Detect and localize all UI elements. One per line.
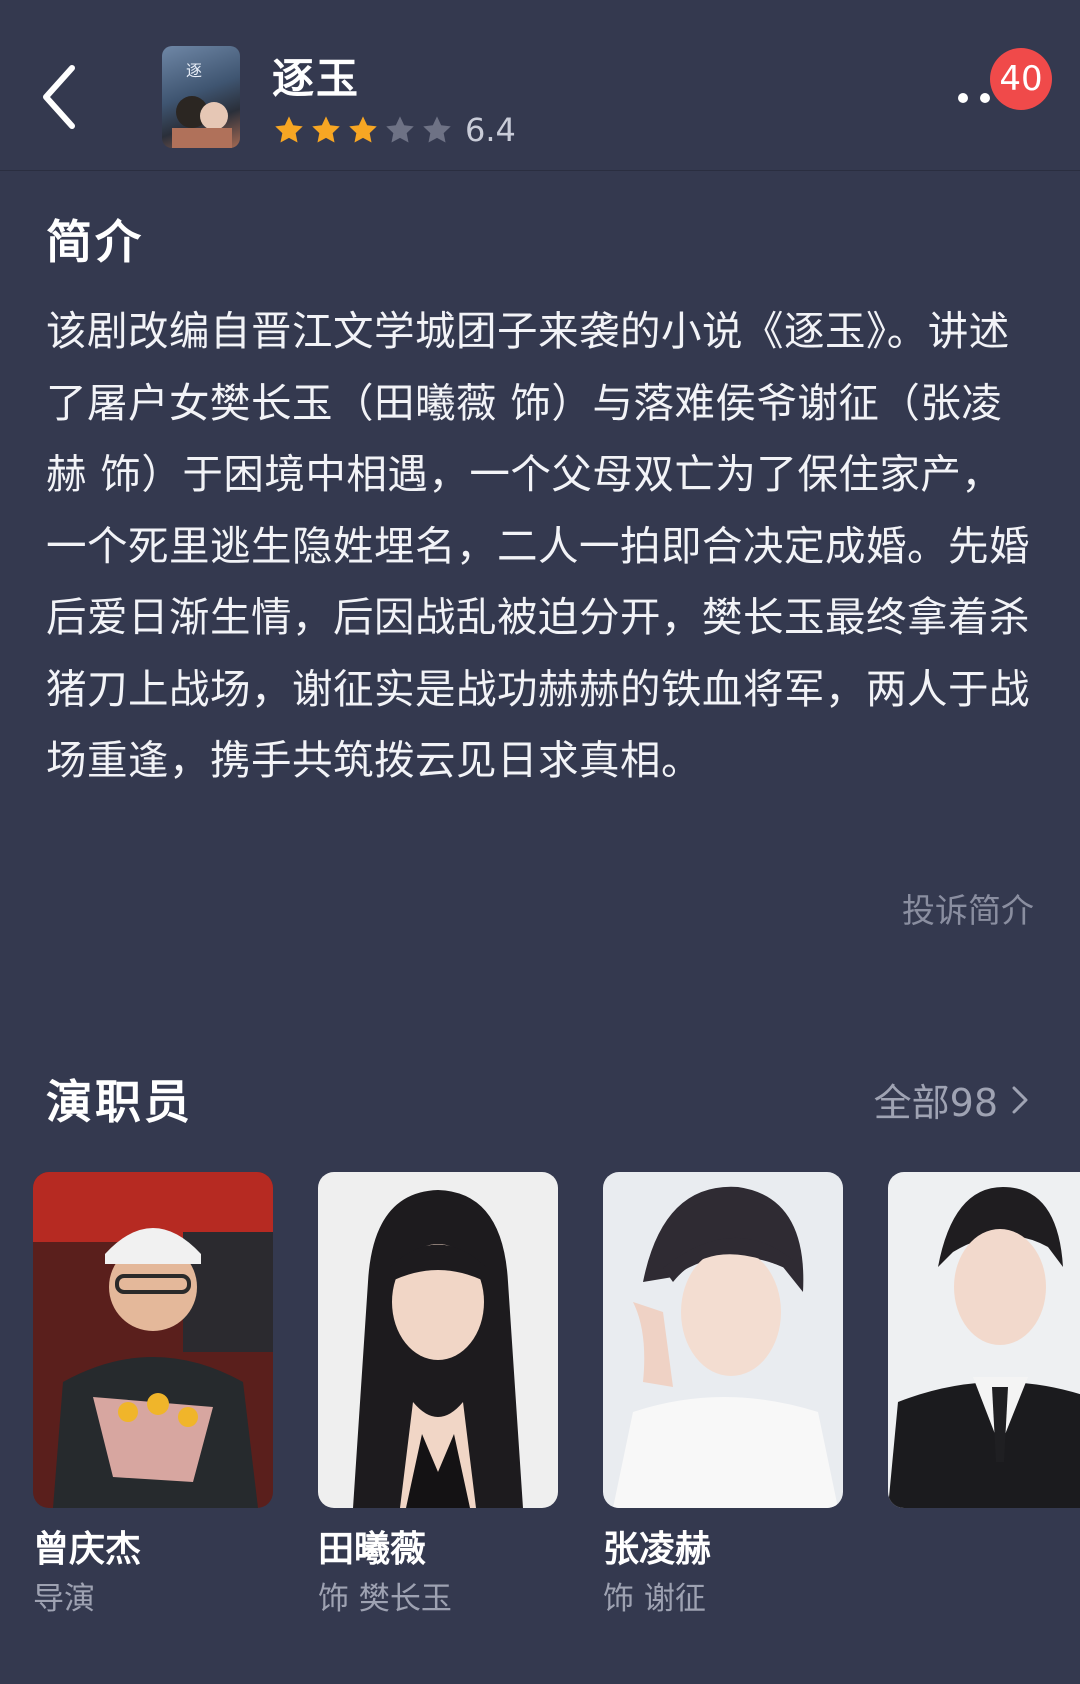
cast-role: 饰 樊长玉 xyxy=(318,1581,452,1617)
cast-role: 导演 xyxy=(33,1581,95,1617)
cast-card[interactable]: 张凌赫 饰 谢征 xyxy=(603,1172,843,1624)
star-filled-icon xyxy=(312,116,340,143)
intro-heading: 简介 xyxy=(46,215,144,269)
star-filled-icon xyxy=(275,116,303,143)
intro-text: 该剧改编自晋江文学城团子来袭的小说《逐玉》。讲述了屠户女樊长玉（田曦薇 饰）与落… xyxy=(46,307,1030,784)
drama-poster-thumbnail[interactable]: 逐 xyxy=(162,46,240,148)
cast-card[interactable]: 田曦薇 饰 樊长玉 xyxy=(318,1172,558,1624)
rating-score: 6.4 xyxy=(465,111,516,149)
star-empty-icon xyxy=(386,116,414,143)
cast-name: 田曦薇 xyxy=(318,1529,427,1570)
notification-badge[interactable]: 40 xyxy=(990,48,1052,110)
back-arrow-icon[interactable] xyxy=(38,62,82,132)
more-options-icon[interactable] xyxy=(955,88,995,108)
chevron-right-icon xyxy=(1012,1086,1028,1113)
cast-photo xyxy=(318,1172,558,1508)
cast-photo xyxy=(33,1172,273,1508)
drama-title: 逐玉 xyxy=(272,54,361,103)
cast-photo xyxy=(888,1172,1080,1508)
cast-name: 张凌赫 xyxy=(603,1529,712,1570)
star-empty-icon xyxy=(423,116,451,143)
cast-card[interactable] xyxy=(888,1172,1080,1526)
top-bar: 逐 逐玉 6.4 40 xyxy=(0,0,1080,171)
cast-heading: 演职员 xyxy=(46,1075,193,1129)
cast-role: 饰 谢征 xyxy=(603,1581,706,1617)
star-filled-icon xyxy=(349,116,377,143)
cast-name: 曾庆杰 xyxy=(33,1529,142,1570)
view-all-cast-label: 全部98 xyxy=(873,1081,998,1125)
rating: 6.4 xyxy=(272,110,516,150)
svg-text:逐: 逐 xyxy=(186,61,202,80)
cast-card[interactable]: 曾庆杰 导演 xyxy=(33,1172,273,1624)
view-all-cast-link[interactable]: 全部98 xyxy=(874,1072,1028,1127)
complain-intro-link[interactable]: 投诉简介 xyxy=(902,884,1034,932)
rating-stars xyxy=(272,114,457,146)
cast-photo xyxy=(603,1172,843,1508)
